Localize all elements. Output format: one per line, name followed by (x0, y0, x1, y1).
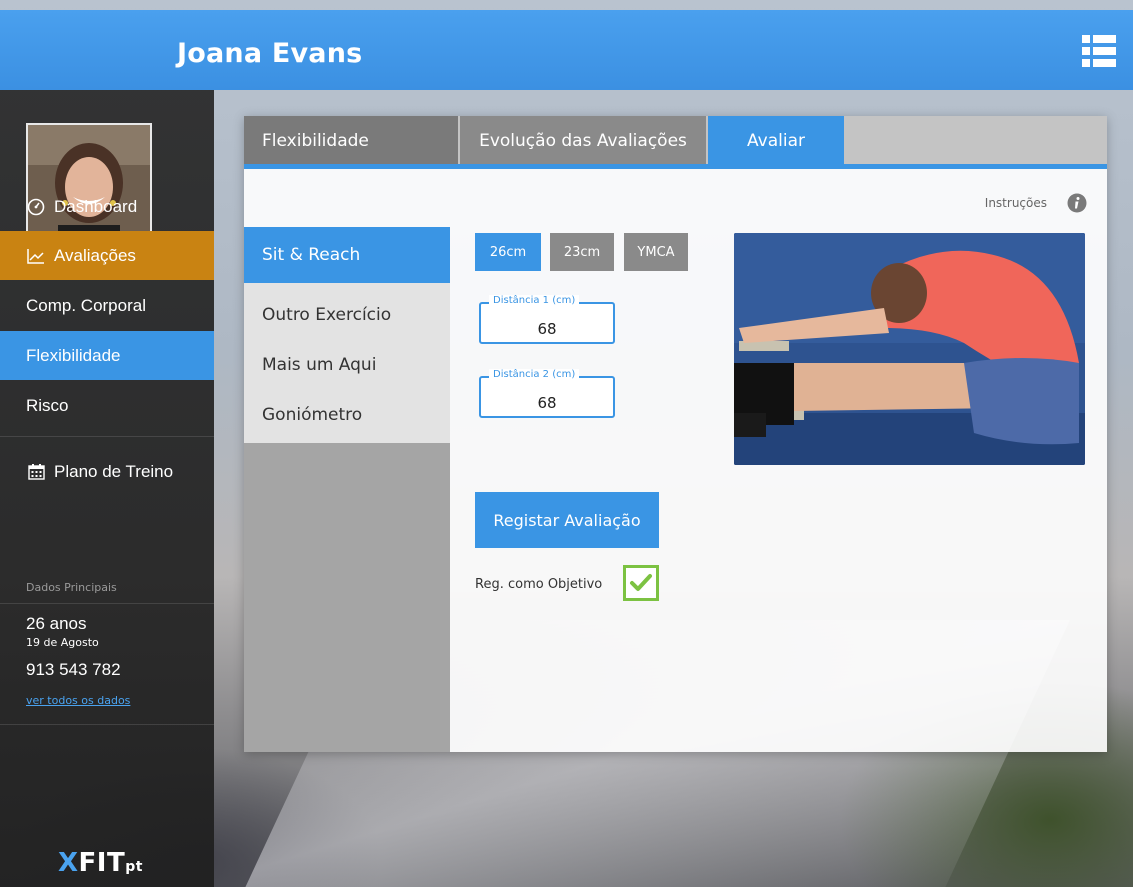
sidebar-item-label: Avaliações (54, 245, 136, 265)
sidebar-item-plano-treino[interactable]: Plano de Treino (0, 447, 214, 496)
tab-avaliar[interactable]: Avaliar (708, 116, 844, 166)
sit-reach-illustration (734, 233, 1085, 465)
distance-1-input[interactable] (481, 318, 613, 340)
sidebar-item-avaliacoes[interactable]: Avaliações (0, 231, 214, 280)
sidebar-divider (0, 603, 214, 604)
instructions-label[interactable]: Instruções (985, 196, 1047, 210)
goal-label: Reg. como Objetivo (475, 577, 603, 592)
sidebar-item-label: Risco (26, 395, 69, 415)
sidebar-divider (0, 436, 214, 437)
top-header (0, 10, 1133, 90)
sidebar-item-label: Dashboard (54, 196, 138, 216)
subnav-item-goniometro[interactable]: Goniómetro (244, 389, 450, 441)
view-all-data-link[interactable]: ver todos os dados (26, 694, 130, 707)
sidebar-divider (0, 724, 214, 725)
distance-1-label: Distância 1 (cm) (489, 295, 580, 306)
subnav-item-sit-reach[interactable]: Sit & Reach (244, 227, 450, 283)
exercise-photo (734, 233, 1085, 465)
sidebar-item-label: Flexibilidade (26, 345, 121, 365)
summary-age: 26 anos (26, 614, 87, 633)
distance-2-label: Distância 2 (cm) (489, 369, 580, 380)
info-icon[interactable] (1067, 193, 1087, 213)
goal-checkbox[interactable] (623, 565, 659, 601)
option-ymca[interactable]: YMCA (624, 233, 688, 271)
option-23cm[interactable]: 23cm (550, 233, 614, 271)
subnav-item-outro-exercicio[interactable]: Outro Exercício (244, 289, 450, 341)
menu-list-icon[interactable] (1082, 35, 1116, 67)
tab-bar: Flexibilidade Evolução das Avaliações Av… (244, 116, 1107, 166)
sidebar-item-label: Plano de Treino (54, 461, 174, 481)
calendar-icon (26, 462, 46, 482)
chart-line-icon (26, 246, 46, 266)
sidebar-item-risco[interactable]: Risco (0, 381, 214, 430)
user-name: Joana Evans (177, 38, 363, 69)
tab-evolucao[interactable]: Evolução das Avaliações (460, 116, 706, 166)
distance-2-field: Distância 2 (cm) (479, 369, 615, 418)
distance-1-field: Distância 1 (cm) (479, 295, 615, 344)
register-evaluation-button[interactable]: Registar Avaliação (475, 492, 659, 548)
exercise-subnav: Sit & Reach Outro Exercício Mais um Aqui… (244, 227, 450, 752)
main-panel: Flexibilidade Evolução das Avaliações Av… (244, 116, 1107, 752)
checkmark-icon (630, 574, 652, 591)
summary-birthday: 19 de Agosto (26, 636, 99, 649)
option-26cm[interactable]: 26cm (475, 233, 541, 271)
sidebar-item-label: Comp. Corporal (26, 295, 146, 315)
subnav-item-mais-um-aqui[interactable]: Mais um Aqui (244, 339, 450, 391)
sidebar-item-comp-corporal[interactable]: Comp. Corporal (0, 281, 214, 330)
tab-content: Instruções Sit & Reach Outro Exercício M… (244, 169, 1107, 752)
brand-logo: XFITpt (58, 848, 143, 878)
app: Joana Evans Dashboard Avaliações Comp. C… (0, 0, 1133, 887)
summary-title: Dados Principais (26, 581, 117, 594)
dashboard-icon (26, 197, 46, 217)
tab-flexibilidade[interactable]: Flexibilidade (244, 116, 458, 166)
sidebar: Dashboard Avaliações Comp. Corporal Flex… (0, 90, 214, 887)
sidebar-item-flexibilidade[interactable]: Flexibilidade (0, 331, 214, 380)
summary-phone: 913 543 782 (26, 660, 121, 679)
distance-2-input[interactable] (481, 392, 613, 414)
sidebar-item-dashboard[interactable]: Dashboard (0, 182, 214, 231)
